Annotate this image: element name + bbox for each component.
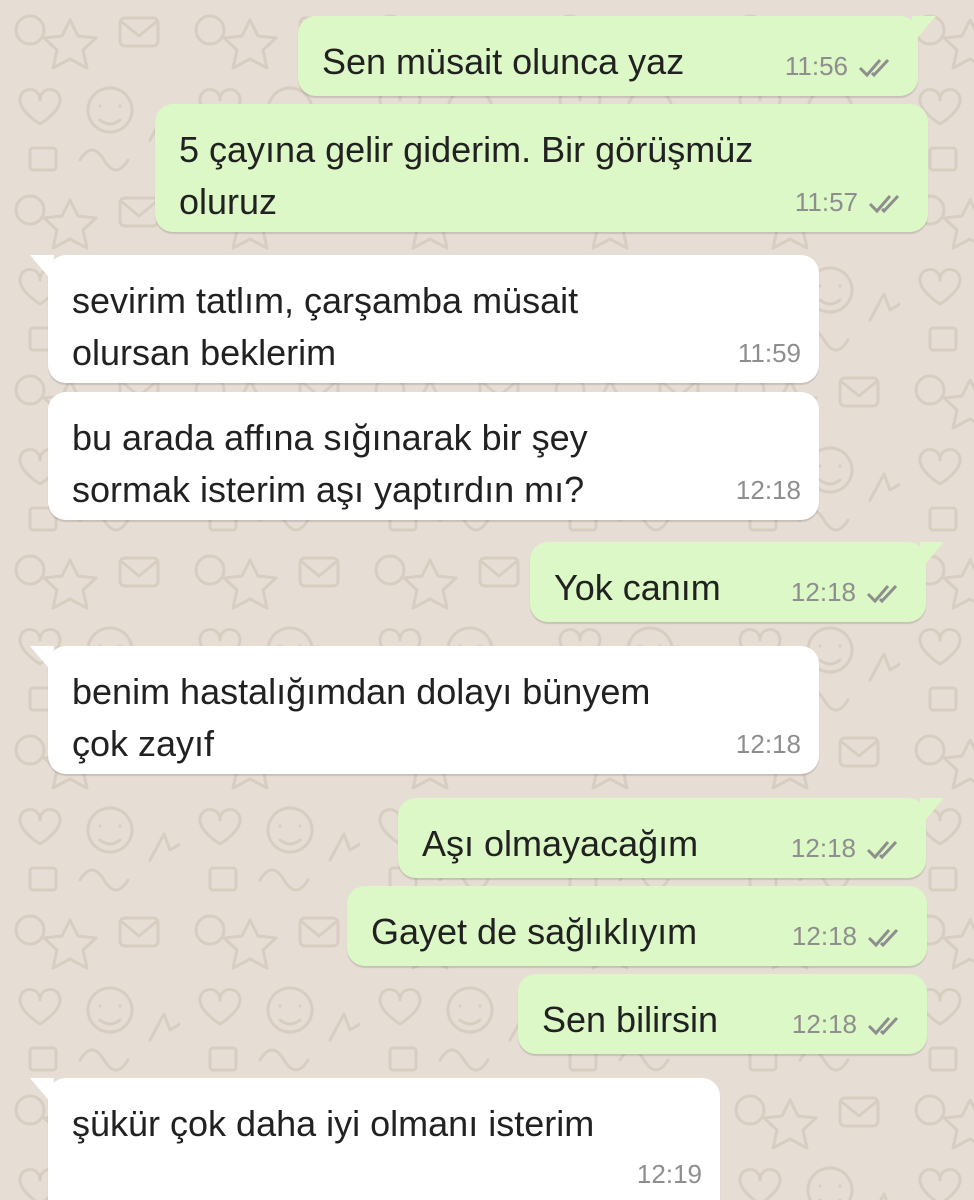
message-meta: 11:57 (795, 187, 908, 218)
bubble-tail (30, 255, 54, 281)
message-meta: 12:18 (736, 475, 801, 506)
message-meta: 11:59 (738, 338, 801, 369)
message-bubble-incoming[interactable]: şükür çok daha iyi olmanı isterim 12:19 (30, 1078, 720, 1200)
message-time: 12:18 (791, 921, 857, 951)
message-meta: 12:18 (791, 833, 906, 864)
double-check-icon (867, 928, 899, 947)
bubble-tail (30, 646, 54, 672)
message-meta: 12:19 (637, 1159, 702, 1190)
message-bubble-outgoing[interactable]: Gayet de sağlıklıyım 12:18 (347, 886, 927, 966)
message-time: 12:19 (636, 1159, 702, 1189)
double-check-icon (858, 58, 890, 77)
message-meta: 12:18 (791, 577, 906, 608)
message-time: 12:18 (791, 1009, 857, 1039)
message-bubble-outgoing[interactable]: Sen bilirsin 12:18 (518, 974, 927, 1054)
message-text: sevirim tatlım, çarşamba müsait olursan … (72, 280, 579, 373)
message-meta: 12:18 (792, 921, 907, 952)
message-bubble-incoming[interactable]: benim hastalığımdan dolayı bünyem çok za… (30, 646, 819, 774)
message-time: 11:56 (784, 51, 848, 81)
bubble-tail (30, 1078, 54, 1104)
bubble-tail (912, 16, 936, 42)
message-text: şükür çok daha iyi olmanı isterim (72, 1103, 595, 1144)
double-check-icon (866, 840, 898, 859)
message-bubble-incoming[interactable]: sevirim tatlım, çarşamba müsait olursan … (30, 255, 819, 383)
double-check-icon (866, 584, 898, 603)
message-bubble-outgoing[interactable]: Aşı olmayacağım 12:18 (398, 798, 944, 878)
message-time: 12:18 (790, 833, 856, 863)
message-meta: 11:56 (785, 51, 898, 82)
message-time: 12:18 (735, 729, 801, 759)
message-meta: 12:18 (736, 729, 801, 760)
double-check-icon (868, 194, 900, 213)
message-bubble-outgoing[interactable]: 5 çayına gelir giderim. Bir görüşmüz olu… (155, 104, 928, 232)
message-text: benim hastalığımdan dolayı bünyem çok za… (72, 671, 651, 764)
message-time: 11:59 (737, 338, 801, 368)
message-time: 11:57 (794, 187, 858, 217)
message-text: bu arada affına sığınarak bir şey sormak… (72, 417, 588, 510)
message-bubble-outgoing[interactable]: Sen müsait olunca yaz 11:56 (298, 16, 936, 96)
message-time: 12:18 (735, 475, 801, 505)
bubble-tail (920, 798, 944, 824)
message-meta: 12:18 (792, 1009, 907, 1040)
message-bubble-incoming[interactable]: bu arada affına sığınarak bir şey sormak… (48, 392, 819, 520)
message-bubble-outgoing[interactable]: Yok canım 12:18 (530, 542, 944, 622)
bubble-tail (920, 542, 944, 568)
double-check-icon (867, 1016, 899, 1035)
message-time: 12:18 (790, 577, 856, 607)
